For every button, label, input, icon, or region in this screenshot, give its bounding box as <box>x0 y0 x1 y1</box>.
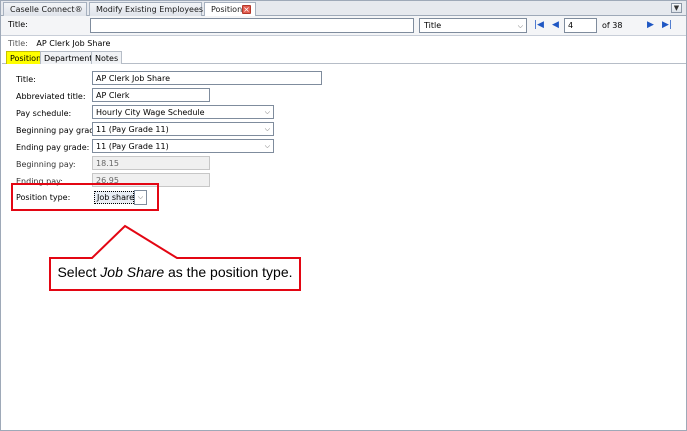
callout-instruction: Select Job Share as the position type. <box>52 264 298 280</box>
callout-balloon <box>49 224 301 291</box>
positions-window: Caselle Connect® Modify Existing Employe… <box>0 0 687 431</box>
callout-text-after: as the position type. <box>164 264 293 280</box>
callout-text-before: Select <box>57 264 101 280</box>
callout-text-emphasis: Job Share <box>100 264 165 280</box>
